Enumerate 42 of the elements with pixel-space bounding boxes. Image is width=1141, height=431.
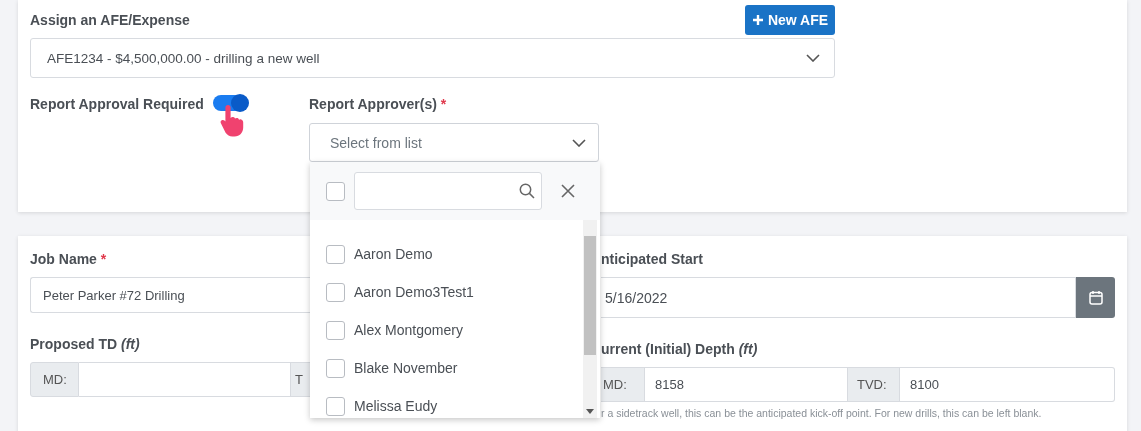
option-checkbox[interactable] [326, 244, 345, 264]
new-afe-button[interactable]: New AFE [745, 5, 835, 35]
calendar-button[interactable] [1076, 277, 1115, 318]
field-label: urrent (Initial) Depth (ft) [601, 341, 759, 357]
date-field[interactable]: 5/16/2022 [601, 277, 1076, 318]
md-field[interactable]: 8158 [645, 367, 848, 402]
help-text: r a sidetrack well, this can be the anticipated kick-off point. For new drills, this can be left blank. [601, 407, 1043, 419]
tvd-addon: TVD: [848, 367, 900, 402]
select-all-checkbox[interactable] [326, 181, 345, 201]
search-field[interactable] [354, 172, 542, 210]
md-addon: MD: [601, 367, 645, 402]
scroll-down-arrow-icon[interactable] [586, 409, 594, 414]
chevron-down-icon [572, 138, 586, 147]
plus-icon [751, 14, 764, 26]
toggle-switch[interactable] [213, 95, 248, 111]
tvd-field[interactable]: 8100 [900, 367, 1115, 402]
option-label[interactable]: Aaron Demo3Test1 [354, 284, 474, 300]
field-label: nticipated Start [601, 251, 704, 267]
field-label: Proposed TD (ft) [30, 336, 141, 352]
option-checkbox[interactable] [326, 396, 345, 416]
option-checkbox[interactable] [326, 320, 345, 340]
approvers-select[interactable]: Select from list [309, 123, 599, 162]
calendar-icon [1088, 290, 1103, 305]
chevron-down-icon [806, 54, 820, 62]
option-label[interactable]: Alex Montgomery [354, 322, 463, 338]
option-label[interactable]: Melissa Eudy [354, 398, 438, 414]
option-label[interactable]: Blake November [354, 360, 458, 376]
afe-select[interactable]: AFE1234 - $4,500,000.00 - drilling a new well [30, 38, 835, 78]
search-icon [519, 183, 535, 199]
tvd-addon: T [291, 362, 310, 397]
job-name-field[interactable]: Peter Parker #72 Drilling [30, 277, 310, 313]
md-addon: MD: [30, 362, 79, 397]
option-checkbox[interactable] [326, 358, 345, 378]
field-label: Assign an AFE/Expense [30, 12, 190, 28]
field-label: Report Approval Required [30, 96, 204, 112]
option-checkbox[interactable] [326, 282, 345, 302]
scrollbar[interactable] [583, 220, 597, 418]
close-icon[interactable] [561, 184, 575, 198]
field-label: Report Approver(s) * [309, 96, 447, 112]
field-label: Job Name * [30, 251, 108, 267]
option-label[interactable]: Aaron Demo [354, 246, 433, 262]
md-field[interactable] [79, 362, 291, 397]
